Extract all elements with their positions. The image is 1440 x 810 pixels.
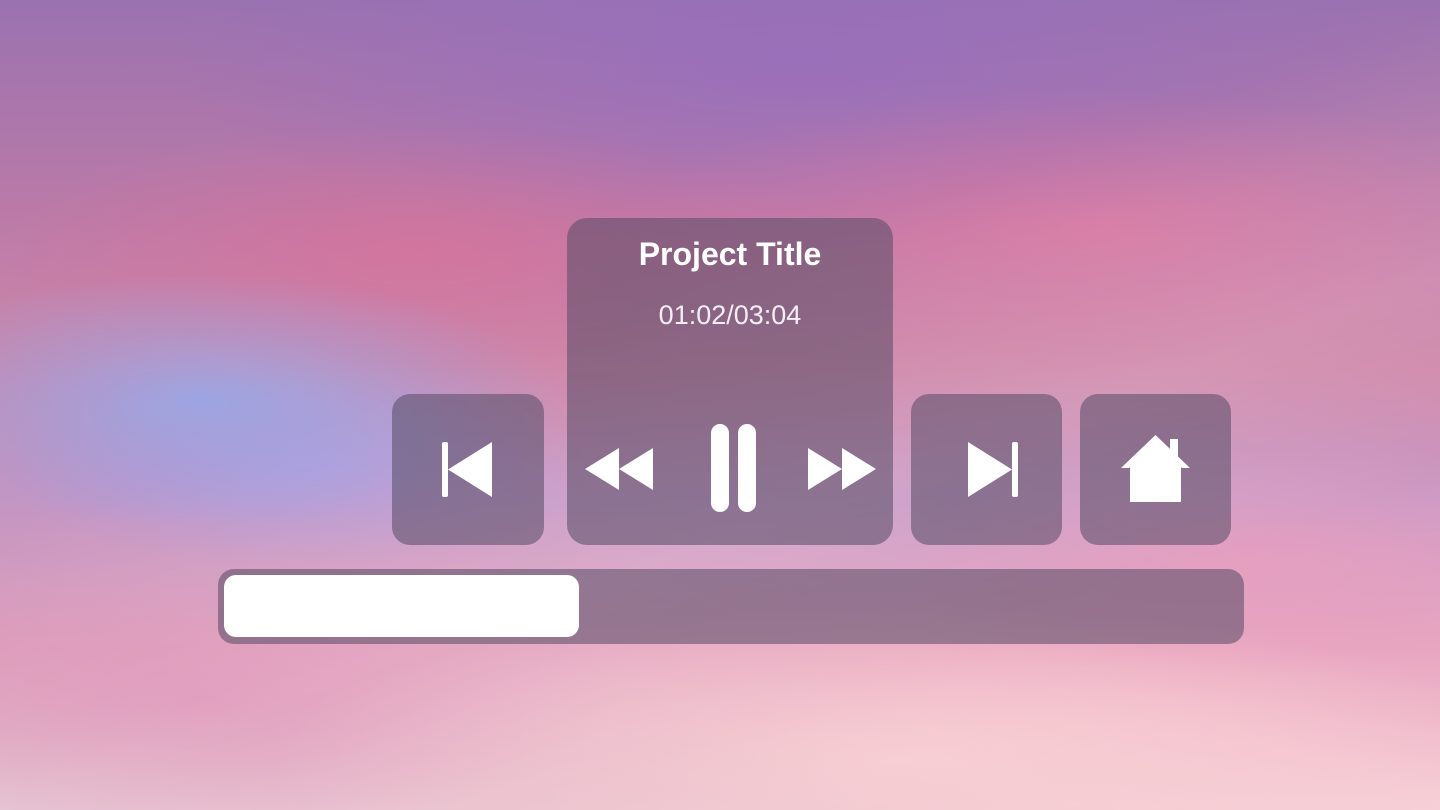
rewind-button[interactable] [583,446,655,492]
home-icon [1121,435,1190,502]
rewind-icon [585,448,653,490]
progress-bar[interactable] [218,569,1244,644]
playback-time: 01:02/03:04 [658,300,802,330]
fast-forward-icon [808,448,876,490]
home-button[interactable] [1080,394,1231,545]
previous-track-button[interactable] [392,394,544,545]
project-title: Project Title [638,236,822,272]
pause-button[interactable] [709,423,759,513]
fast-forward-button[interactable] [806,446,878,492]
pause-icon [711,424,756,512]
next-track-button[interactable] [911,394,1062,545]
skip-forward-icon [968,442,1018,497]
progress-fill [224,575,579,637]
skip-back-icon [442,442,492,497]
